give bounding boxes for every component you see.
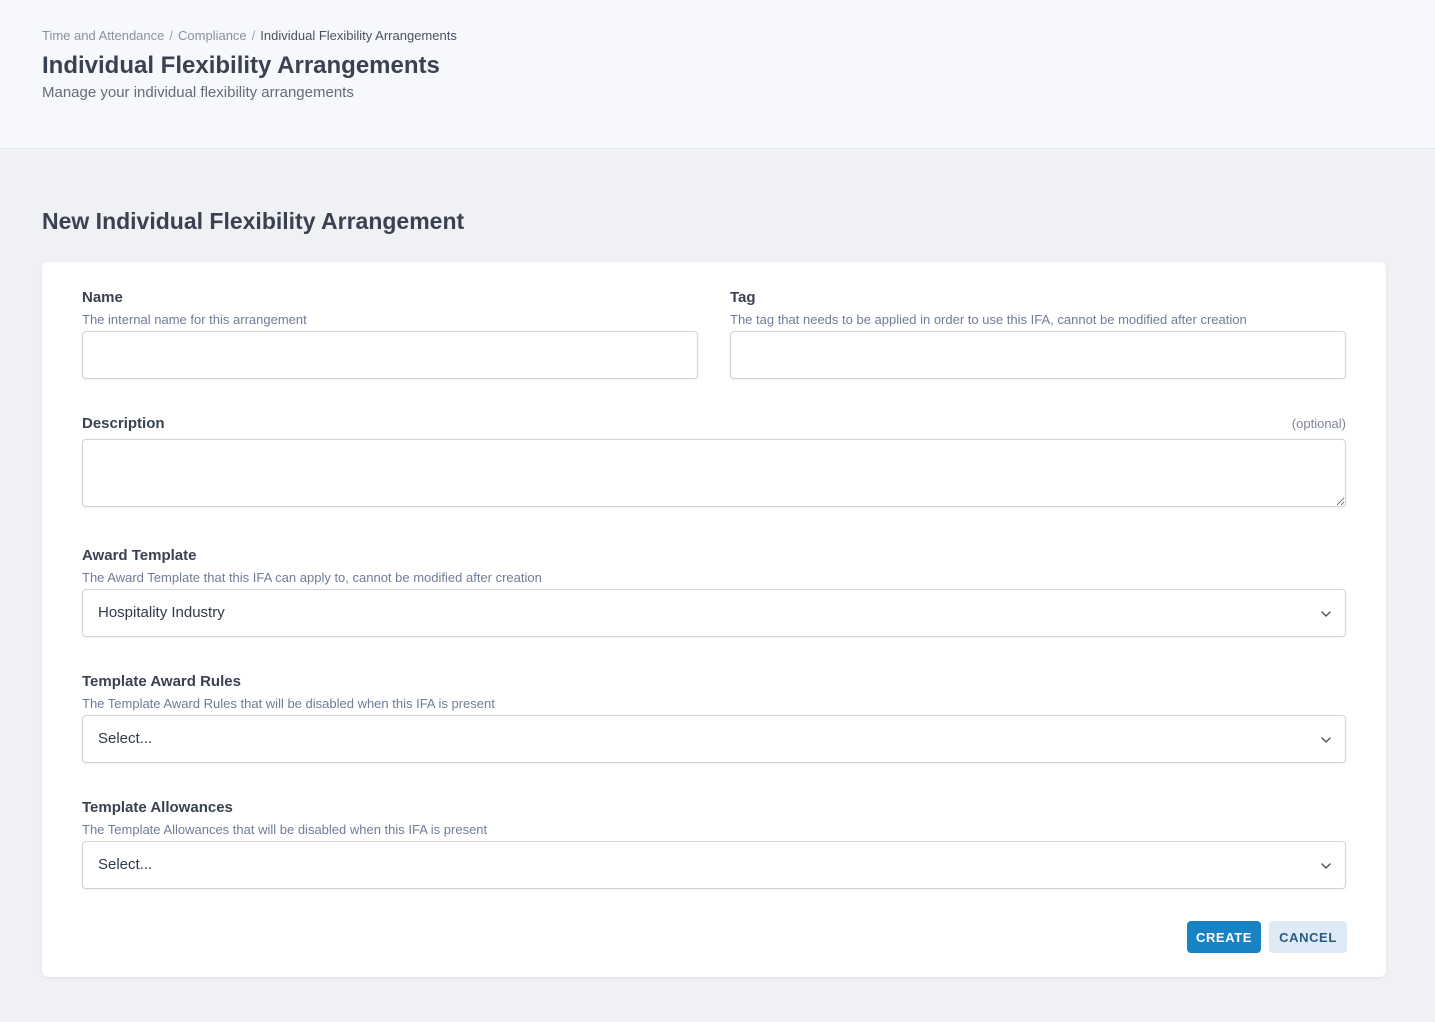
award-template-help: The Award Template that this IFA can app…: [82, 570, 542, 585]
template-award-rules-value: Select...: [98, 730, 153, 747]
page-subtitle: Manage your individual flexibility arran…: [42, 84, 354, 101]
breadcrumb-compliance[interactable]: Compliance: [178, 28, 247, 43]
template-award-rules-select[interactable]: Select...: [82, 715, 1346, 763]
tag-field: Tag The tag that needs to be applied in …: [730, 288, 1346, 379]
name-field: Name The internal name for this arrangem…: [82, 288, 698, 379]
award-template-label: Award Template: [82, 547, 197, 564]
award-template-value: Hospitality Industry: [98, 604, 225, 621]
description-textarea[interactable]: [82, 439, 1346, 507]
form-title: New Individual Flexibility Arrangement: [42, 208, 465, 234]
page-title: Individual Flexibility Arrangements: [42, 52, 440, 79]
name-input[interactable]: [82, 331, 698, 379]
template-allowances-label: Template Allowances: [82, 799, 233, 816]
name-label: Name: [82, 289, 123, 306]
template-award-rules-field: Template Award Rules The Template Award …: [82, 672, 1346, 763]
chevron-down-icon: [1321, 611, 1331, 617]
template-allowances-field: Template Allowances The Template Allowan…: [82, 798, 1346, 889]
breadcrumb: Time and Attendance / Compliance / Individua…: [42, 28, 457, 43]
template-allowances-value: Select...: [98, 856, 153, 873]
template-allowances-select[interactable]: Select...: [82, 841, 1346, 889]
tag-label: Tag: [730, 289, 756, 306]
template-allowances-help: The Template Allowances that will be dis…: [82, 822, 488, 837]
description-field: Description (optional): [82, 414, 1346, 507]
cancel-button[interactable]: CANCEL: [1269, 921, 1347, 953]
form-card: Name The internal name for this arrangem…: [42, 262, 1386, 977]
award-template-select[interactable]: Hospitality Industry: [82, 589, 1346, 637]
breadcrumb-time-and-attendance[interactable]: Time and Attendance: [42, 28, 164, 43]
name-help: The internal name for this arrangement: [82, 312, 307, 327]
template-award-rules-label: Template Award Rules: [82, 673, 241, 690]
page-header: Time and Attendance / Compliance / Individua…: [0, 0, 1435, 149]
breadcrumb-current: Individual Flexibility Arrangements: [260, 28, 457, 43]
create-button[interactable]: CREATE: [1187, 921, 1261, 953]
chevron-down-icon: [1321, 737, 1331, 743]
breadcrumb-separator: /: [251, 28, 256, 43]
tag-input[interactable]: [730, 331, 1346, 379]
template-award-rules-help: The Template Award Rules that will be di…: [82, 696, 495, 711]
chevron-down-icon: [1321, 863, 1331, 869]
description-optional: (optional): [1291, 416, 1346, 431]
tag-help: The tag that needs to be applied in orde…: [730, 312, 1247, 327]
breadcrumb-separator: /: [169, 28, 174, 43]
description-label: Description: [82, 415, 165, 432]
award-template-field: Award Template The Award Template that t…: [82, 546, 1346, 637]
